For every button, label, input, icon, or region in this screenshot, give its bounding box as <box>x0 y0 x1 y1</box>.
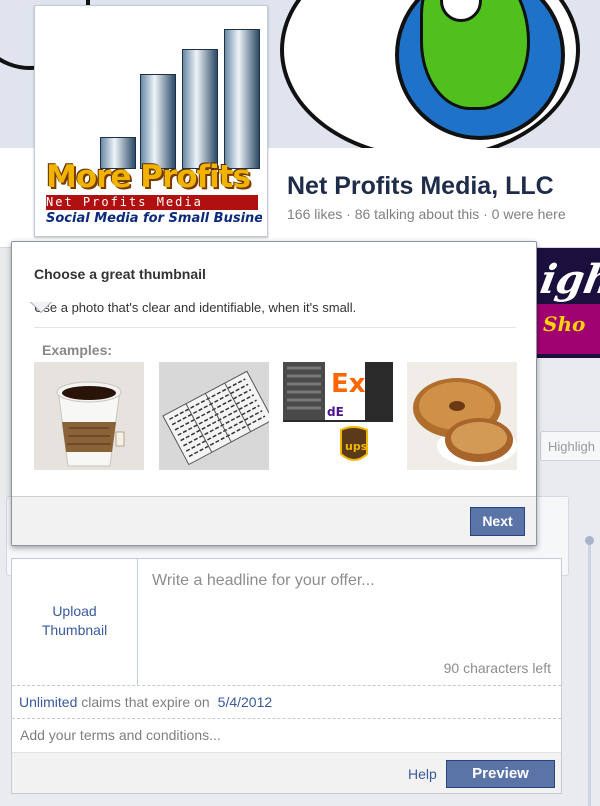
page-title[interactable]: Net Profits Media, LLC <box>287 172 554 201</box>
logo-tagline: Social Media for Small Business <box>46 211 262 226</box>
svg-text:dE: dE <box>327 405 344 419</box>
tab-highlights-label: Highligh <box>548 439 595 454</box>
upload-label-line1: Upload <box>52 603 97 619</box>
upload-thumbnail-button[interactable]: Upload Thumbnail <box>12 559 138 685</box>
popover-title: Choose a great thumbnail <box>34 266 206 282</box>
offer-composer: Upload Thumbnail 90 characters left Unli… <box>11 558 562 794</box>
example-thumbnail-coffee-cup <box>34 362 144 470</box>
help-link[interactable]: Help <box>408 766 437 782</box>
thumbnail-tips-popover: Choose a great thumbnail Use a photo tha… <box>11 241 537 546</box>
logo-bar <box>224 29 260 169</box>
logo-bar <box>182 49 218 169</box>
example-thumbnail-bagel <box>407 362 517 470</box>
logo-main-text: More Profits <box>46 159 251 195</box>
svg-text:Ex: Ex <box>331 369 366 399</box>
terms-input[interactable] <box>12 719 561 751</box>
popover-footer: Next <box>12 496 536 545</box>
logo-sub-text: Net Profits Media <box>46 195 258 210</box>
popover-divider <box>34 327 516 328</box>
preview-button[interactable]: Preview <box>446 760 555 788</box>
example-thumbnail-newspaper <box>159 362 269 470</box>
page-logo: More Profits Net Profits Media Social Me… <box>40 11 262 231</box>
divider <box>12 685 561 686</box>
svg-text:ups: ups <box>345 440 368 453</box>
tab-highlights[interactable]: Highligh <box>540 431 600 461</box>
upload-label-line2: Thumbnail <box>41 622 108 638</box>
logo-bar <box>140 74 176 169</box>
popover-pointer-fill <box>31 302 51 312</box>
next-button[interactable]: Next <box>470 507 525 536</box>
composer-footer: Help Preview <box>12 752 561 793</box>
profile-picture[interactable]: More Profits Net Profits Media Social Me… <box>34 5 268 237</box>
expire-date-link[interactable]: 5/4/2012 <box>218 694 273 710</box>
claims-text: claims that expire on <box>77 694 210 710</box>
examples-label: Examples: <box>42 342 113 358</box>
characters-left-counter: 90 characters left <box>443 660 551 676</box>
featured-app-image[interactable]: igh Sho <box>533 248 600 358</box>
claims-limit-link[interactable]: Unlimited <box>19 694 77 710</box>
timeline-dot <box>585 536 594 545</box>
page-stats: 166 likes · 86 talking about this · 0 we… <box>287 206 566 222</box>
example-thumbnail-shipping-logos: Ex dE ups <box>283 362 393 470</box>
timeline-line <box>588 536 591 806</box>
claims-row: Unlimited claims that expire on 5/4/2012 <box>19 694 272 710</box>
popover-description: Use a photo that's clear and identifiabl… <box>34 300 357 315</box>
